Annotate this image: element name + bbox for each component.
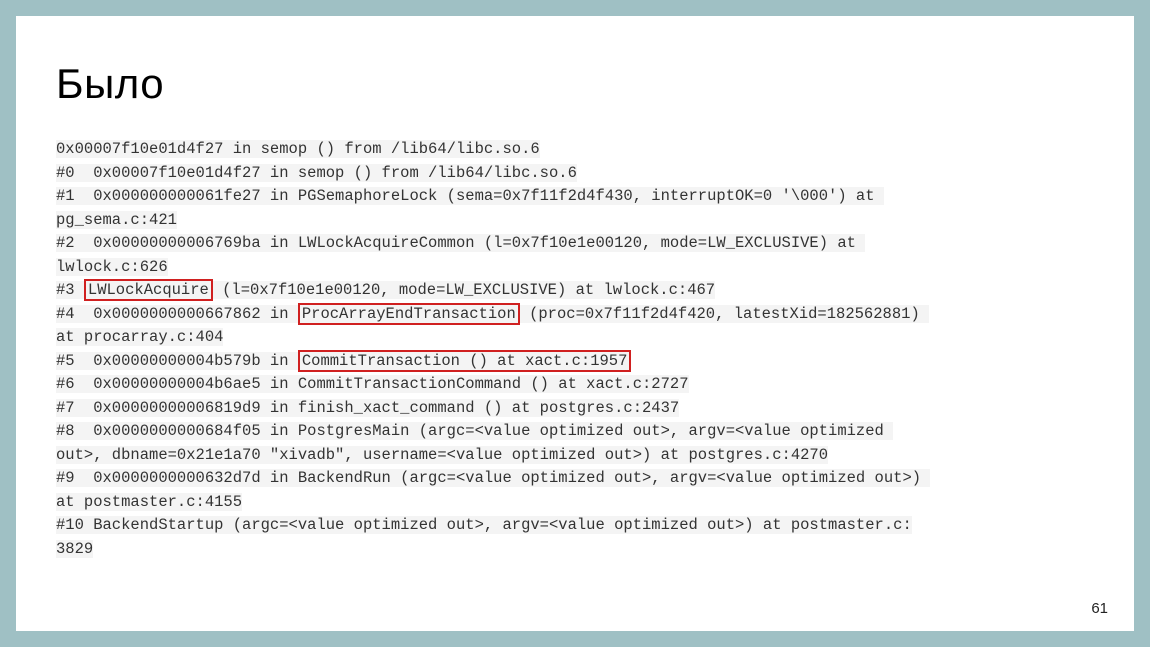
highlight-procarrayendtransaction: ProcArrayEndTransaction (298, 303, 520, 325)
stack-trace: 0x00007f10e01d4f27 in semop () from /lib… (56, 138, 1094, 561)
stack-line: at procarray.c:404 (56, 328, 223, 346)
stack-line: #3 (56, 281, 84, 299)
stack-line: #7 0x00000000006819d9 in finish_xact_com… (56, 399, 679, 417)
stack-line: (proc=0x7f11f2d4f420, latestXid=18256288… (520, 305, 929, 323)
highlight-lwlockacquire: LWLockAcquire (84, 279, 213, 301)
stack-line: out>, dbname=0x21e1a70 "xivadb", usernam… (56, 446, 828, 464)
stack-line: #2 0x00000000006769ba in LWLockAcquireCo… (56, 234, 865, 252)
slide-title: Было (56, 60, 1094, 108)
slide: Было 0x00007f10e01d4f27 in semop () from… (16, 16, 1134, 631)
stack-line: 3829 (56, 540, 93, 558)
stack-line: #8 0x0000000000684f05 in PostgresMain (a… (56, 422, 893, 440)
stack-line: at postmaster.c:4155 (56, 493, 242, 511)
stack-line: (l=0x7f10e1e00120, mode=LW_EXCLUSIVE) at… (213, 281, 715, 299)
stack-line: #4 0x0000000000667862 in (56, 305, 298, 323)
stack-line: lwlock.c:626 (56, 258, 168, 276)
stack-line: #9 0x0000000000632d7d in BackendRun (arg… (56, 469, 930, 487)
stack-line: #0 0x00007f10e01d4f27 in semop () from /… (56, 164, 577, 182)
page-number: 61 (1091, 600, 1108, 617)
stack-line: 0x00007f10e01d4f27 in semop () from /lib… (56, 140, 540, 158)
stack-line: #5 0x00000000004b579b in (56, 352, 298, 370)
stack-line: #10 BackendStartup (argc=<value optimize… (56, 516, 912, 534)
stack-line: #6 0x00000000004b6ae5 in CommitTransacti… (56, 375, 689, 393)
stack-line: pg_sema.c:421 (56, 211, 177, 229)
highlight-committransaction: CommitTransaction () at xact.c:1957 (298, 350, 632, 372)
stack-line: #1 0x000000000061fe27 in PGSemaphoreLock… (56, 187, 884, 205)
